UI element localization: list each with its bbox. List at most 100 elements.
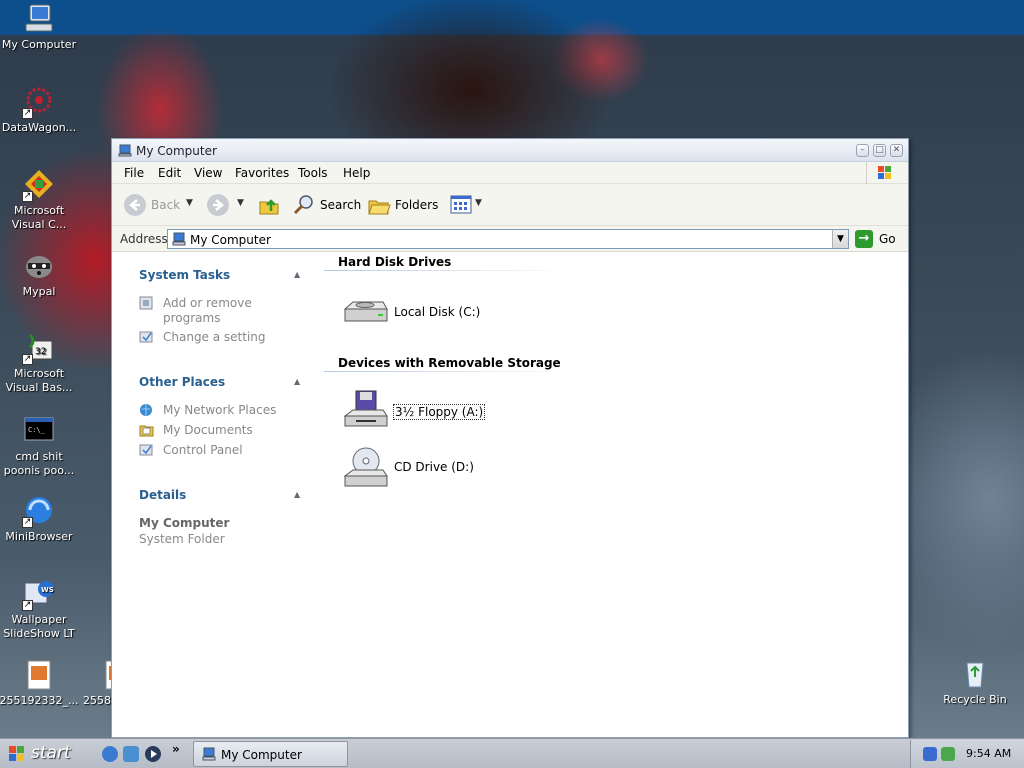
close-button[interactable]: ✕ bbox=[890, 144, 903, 157]
internet-explorer-icon[interactable] bbox=[102, 746, 118, 762]
svg-text:WS: WS bbox=[41, 586, 54, 594]
computer-icon bbox=[172, 232, 186, 249]
control-panel-icon bbox=[139, 443, 154, 457]
collapse-chevron-icon[interactable]: ▲ bbox=[294, 377, 304, 386]
group-title-hard-disk-drives: Hard Disk Drives bbox=[338, 255, 452, 269]
quicklaunch-app-icon[interactable] bbox=[123, 746, 139, 762]
menu-edit[interactable]: Edit bbox=[158, 166, 181, 180]
minibrowser-icon: ↗ bbox=[22, 494, 56, 528]
address-bar: Address My Computer ▼ → Go bbox=[112, 226, 908, 252]
desktop-icon-visual-c[interactable]: ↗ Microsoft Visual C... bbox=[0, 168, 79, 232]
windows-flag-icon bbox=[6, 744, 28, 767]
up-folder-button[interactable] bbox=[258, 194, 282, 216]
desktop-icon-minibrowser[interactable]: ↗ MiniBrowser bbox=[0, 494, 79, 544]
desktop-icon-label: MiniBrowser bbox=[5, 530, 73, 543]
clock[interactable]: 9:54 AM bbox=[966, 747, 1011, 760]
drive-local-disk-c[interactable]: Local Disk (C:) bbox=[342, 291, 482, 335]
group-divider bbox=[324, 371, 574, 372]
drive-floppy-a[interactable]: 3½ Floppy (A:) bbox=[342, 390, 486, 434]
control-panel-link[interactable]: Control Panel bbox=[139, 443, 243, 458]
back-button[interactable]: Back ▼ bbox=[124, 194, 199, 216]
views-button[interactable]: ▼ bbox=[450, 194, 486, 216]
volume-tray-icon[interactable] bbox=[941, 747, 955, 761]
details-name: My Computer bbox=[139, 516, 230, 530]
search-label: Search bbox=[320, 198, 362, 212]
desktop-icon-image-file-2[interactable]: 25589... bbox=[78, 658, 112, 708]
folders-button[interactable]: Folders bbox=[367, 194, 439, 216]
address-input[interactable]: My Computer ▼ bbox=[167, 229, 849, 249]
start-label: start bbox=[31, 743, 71, 763]
desktop-icon-visual-basic[interactable]: 32 ↗ Microsoft Visual Bas... bbox=[0, 331, 79, 395]
desktop-icon-label: cmd shit poonis poo... bbox=[3, 450, 75, 477]
my-documents-link[interactable]: My Documents bbox=[139, 423, 253, 438]
desktop-icon-my-computer[interactable]: My Computer bbox=[0, 2, 79, 52]
menu-file[interactable]: File bbox=[124, 166, 144, 180]
desktop-icon-mypal[interactable]: Mypal bbox=[0, 249, 79, 299]
group-divider bbox=[324, 270, 574, 271]
back-label: Back bbox=[151, 198, 181, 212]
image-file-icon bbox=[22, 658, 56, 692]
my-documents-label: My Documents bbox=[163, 423, 253, 437]
visual-cpp-icon: ↗ bbox=[22, 168, 56, 202]
search-button[interactable]: Search bbox=[292, 194, 362, 219]
windows-flag-icon bbox=[866, 162, 900, 184]
back-arrow-icon bbox=[124, 194, 146, 216]
content-area: Hard Disk Drives Local Disk (C:) Devices… bbox=[322, 253, 908, 737]
maximize-button[interactable]: □ bbox=[873, 144, 886, 157]
shortcut-arrow-icon: ↗ bbox=[22, 517, 33, 528]
minimize-button[interactable]: – bbox=[856, 144, 869, 157]
taskbar-item-my-computer[interactable]: My Computer bbox=[193, 741, 348, 767]
computer-icon bbox=[118, 144, 132, 157]
collapse-chevron-icon[interactable]: ▲ bbox=[294, 490, 304, 499]
drive-label: Local Disk (C:) bbox=[394, 305, 481, 319]
command-prompt-icon: C:\_ bbox=[22, 414, 56, 448]
desktop-icon-wallpaper-slideshow[interactable]: WS ↗ Wallpaper SlideShow LT bbox=[0, 577, 79, 641]
desktop-icon-label: Wallpaper SlideShow LT bbox=[3, 613, 75, 640]
collapse-chevron-icon[interactable]: ▲ bbox=[294, 270, 304, 279]
desktop-icon-label: My Computer bbox=[1, 38, 77, 51]
details-title[interactable]: Details bbox=[139, 488, 186, 502]
desktop-icon-label: Mypal bbox=[22, 285, 56, 298]
desktop-icon-cmd[interactable]: C:\_ cmd shit poonis poo... bbox=[0, 414, 79, 478]
menu-favorites[interactable]: Favorites bbox=[235, 166, 289, 180]
drive-cd-d[interactable]: CD Drive (D:) bbox=[342, 446, 482, 490]
explorer-window: My Computer – □ ✕ File Edit View Favorit… bbox=[111, 138, 909, 738]
drive-label: 3½ Floppy (A:) bbox=[393, 404, 486, 420]
wallpaper-slideshow-icon: WS ↗ bbox=[22, 577, 56, 611]
group-title-removable-storage: Devices with Removable Storage bbox=[338, 356, 561, 370]
menu-tools[interactable]: Tools bbox=[298, 166, 328, 180]
shortcut-arrow-icon: ↗ bbox=[22, 108, 33, 119]
desktop-icon-image-file[interactable]: 255192332_... bbox=[0, 658, 79, 708]
my-network-places-link[interactable]: My Network Places bbox=[139, 403, 276, 418]
start-button[interactable]: start bbox=[0, 740, 80, 768]
forward-dropdown-icon[interactable]: ▼ bbox=[237, 198, 244, 208]
change-setting-link[interactable]: Change a setting bbox=[139, 330, 266, 345]
folders-label: Folders bbox=[395, 198, 439, 212]
address-dropdown-icon[interactable]: ▼ bbox=[832, 230, 848, 248]
title-bar[interactable]: My Computer – □ ✕ bbox=[112, 139, 908, 162]
address-value: My Computer bbox=[190, 233, 271, 247]
desktop-icon-label: DataWagon... bbox=[1, 121, 77, 134]
desktop-icon-recycle-bin[interactable]: Recycle Bin bbox=[935, 657, 1015, 707]
address-label: Address bbox=[120, 232, 168, 246]
shortcut-arrow-icon: ↗ bbox=[22, 191, 33, 202]
desktop-icon-label: Recycle Bin bbox=[943, 693, 1007, 706]
menu-help[interactable]: Help bbox=[343, 166, 370, 180]
go-arrow-icon: → bbox=[855, 230, 873, 248]
other-places-title[interactable]: Other Places bbox=[139, 375, 225, 389]
media-player-icon[interactable] bbox=[145, 746, 161, 762]
quicklaunch-overflow-icon[interactable]: » bbox=[172, 742, 180, 756]
forward-button[interactable]: ▼ bbox=[207, 194, 247, 216]
add-remove-programs-link[interactable]: Add or remove programs bbox=[139, 296, 289, 326]
go-button[interactable]: → Go bbox=[855, 229, 901, 249]
forward-arrow-icon bbox=[207, 194, 229, 216]
menu-bar: File Edit View Favorites Tools Help bbox=[112, 162, 908, 184]
computer-icon bbox=[22, 2, 56, 36]
shortcut-arrow-icon: ↗ bbox=[22, 600, 33, 611]
system-tasks-title[interactable]: System Tasks bbox=[139, 268, 230, 282]
search-icon bbox=[292, 194, 316, 219]
menu-view[interactable]: View bbox=[194, 166, 222, 180]
back-dropdown-icon[interactable]: ▼ bbox=[186, 198, 193, 208]
desktop-icon-datawagon[interactable]: ↗ DataWagon... bbox=[0, 85, 79, 135]
network-tray-icon[interactable] bbox=[923, 747, 937, 761]
